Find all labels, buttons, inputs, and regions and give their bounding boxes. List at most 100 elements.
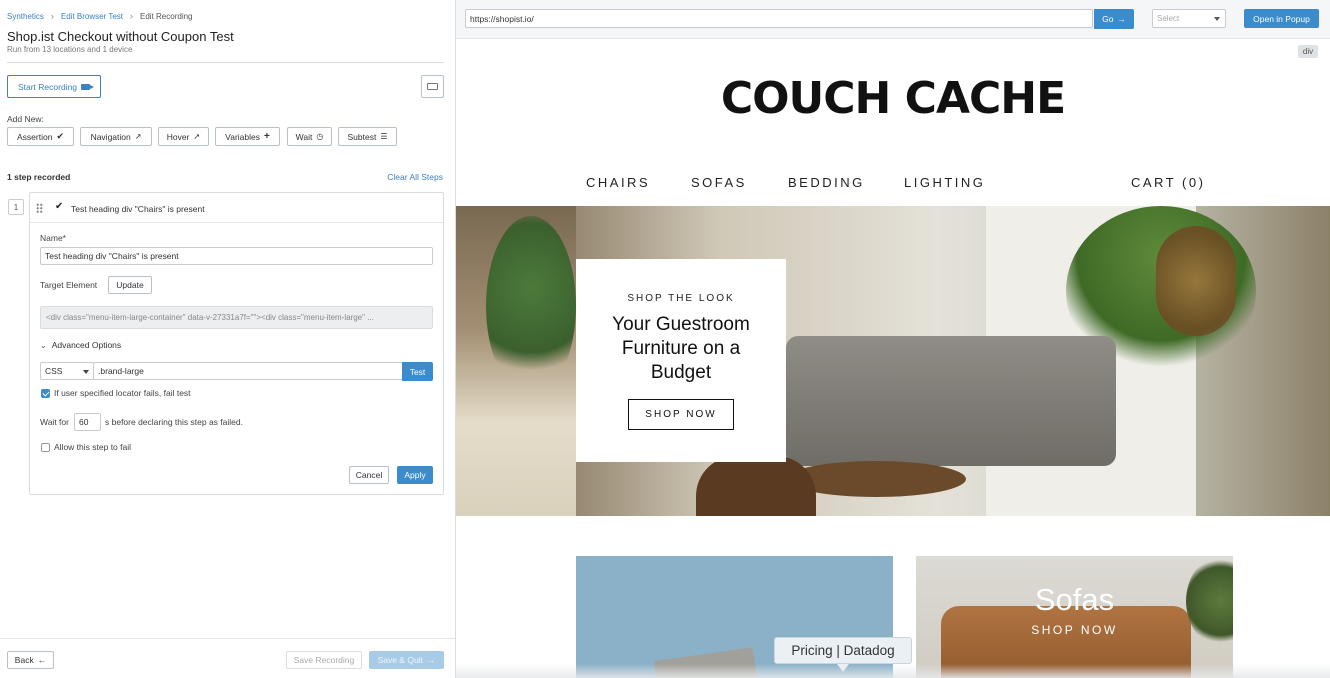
add-variables-label: Variables — [225, 131, 260, 142]
apply-button[interactable]: Apply — [397, 466, 433, 484]
tile-title: Sofas — [1034, 582, 1115, 617]
nav-chairs[interactable]: CHAIRS — [586, 175, 650, 190]
add-subtest-button[interactable]: Subtest ☰ — [338, 127, 397, 146]
breadcrumb: Synthetics › Edit Browser Test › Edit Re… — [7, 11, 193, 21]
save-quit-label: Save & Quit — [377, 655, 423, 665]
locator-input[interactable]: .brand-large — [93, 362, 403, 380]
checkmark-icon: ✔ — [56, 131, 64, 141]
bottom-fade — [456, 664, 1330, 678]
breadcrumb-edit-browser-test[interactable]: Edit Browser Test — [61, 12, 123, 21]
test-locator-button[interactable]: Test — [402, 362, 433, 381]
wait-suffix-label: s before declaring this step as failed. — [105, 417, 243, 427]
page-title: Shop.ist Checkout without Coupon Test — [7, 29, 234, 44]
clear-all-steps-link[interactable]: Clear All Steps — [387, 172, 443, 182]
back-label: Back — [14, 655, 34, 665]
update-target-button[interactable]: Update — [108, 276, 152, 294]
add-wait-button[interactable]: Wait ◷ — [287, 127, 332, 146]
step-title: Test heading div "Chairs" is present — [71, 204, 205, 214]
hero-plant-image — [486, 216, 576, 396]
add-subtest-label: Subtest — [347, 131, 377, 142]
divider — [7, 62, 444, 63]
checkmark-icon: ✔ — [55, 201, 64, 212]
clock-icon: ◷ — [316, 132, 324, 141]
name-label: Name* — [40, 233, 66, 243]
tile-shop-now-link[interactable]: SHOP NOW — [916, 623, 1233, 637]
device-select[interactable]: Select — [1152, 9, 1226, 28]
locator-type-value: CSS — [45, 366, 63, 376]
hero-banner: SHOP THE LOOK Your Guestroom Furniture o… — [456, 206, 1330, 516]
keyboard-shortcuts-button[interactable] — [421, 75, 444, 98]
add-navigation-button[interactable]: Navigation ↗ — [80, 127, 152, 146]
go-button[interactable]: Go → — [1094, 9, 1134, 29]
step-card: ✔ Test heading div "Chairs" is present N… — [29, 192, 444, 495]
nav-bedding[interactable]: BEDDING — [788, 175, 865, 190]
start-recording-label: Start Recording — [17, 81, 78, 92]
target-element-html: <div class="menu-item-large-container" d… — [40, 306, 433, 329]
list-icon: ☰ — [380, 132, 388, 141]
cursor-icon: ➚ — [193, 132, 201, 141]
chevron-right-icon: › — [50, 11, 54, 21]
chevron-down-icon: ⌄ — [40, 340, 47, 350]
steps-count: 1 step recorded — [7, 172, 71, 182]
site-brand-logo[interactable]: COUCH CACHE — [456, 73, 1330, 124]
breadcrumb-synthetics[interactable]: Synthetics — [7, 12, 44, 21]
plus-icon: + — [263, 131, 270, 142]
chevron-right-icon: › — [130, 11, 134, 21]
caret-down-icon — [1214, 17, 1220, 21]
save-and-quit-button[interactable]: Save & Quit → — [369, 651, 444, 669]
step-header[interactable]: ✔ Test heading div "Chairs" is present — [30, 193, 443, 223]
advanced-options-label: Advanced Options — [51, 340, 122, 350]
page-title-tooltip: Pricing | Datadog — [774, 637, 912, 672]
allow-fail-label: Allow this step to fail — [54, 442, 132, 452]
nav-cart[interactable]: CART (0) — [1131, 175, 1205, 190]
arrow-right-icon: → — [1117, 14, 1126, 24]
element-type-badge: div — [1298, 45, 1318, 58]
cancel-button[interactable]: Cancel — [349, 466, 389, 484]
add-navigation-label: Navigation — [90, 131, 131, 142]
fail-locator-checkbox[interactable] — [41, 389, 50, 398]
keyboard-icon — [427, 83, 438, 90]
add-variables-button[interactable]: Variables + — [215, 127, 280, 146]
add-assertion-label: Assertion — [17, 131, 53, 142]
breadcrumb-edit-recording: Edit Recording — [140, 11, 193, 21]
open-in-popup-button[interactable]: Open in Popup — [1244, 9, 1319, 28]
wait-seconds-input[interactable]: 60 — [74, 413, 101, 431]
caret-down-icon — [83, 370, 89, 374]
select-placeholder: Select — [1157, 14, 1180, 23]
step-number: 1 — [8, 199, 24, 215]
hero-card: SHOP THE LOOK Your Guestroom Furniture o… — [576, 259, 786, 462]
hero-sofa-image — [786, 336, 1116, 466]
start-recording-button[interactable]: Start Recording — [7, 75, 101, 98]
save-recording-button[interactable]: Save Recording — [286, 651, 362, 669]
hero-chair-image — [696, 456, 816, 516]
add-wait-label: Wait — [295, 131, 313, 142]
arrow-right-icon: → — [426, 655, 436, 665]
category-tile-sofas[interactable]: Sofas SHOP NOW — [916, 556, 1233, 678]
advanced-options-toggle[interactable]: ⌄ Advanced Options — [40, 340, 121, 350]
add-hover-label: Hover — [166, 131, 190, 142]
browser-preview: https://shopist.io/ Go → Select Open in … — [456, 0, 1330, 678]
hero-shop-now-button[interactable]: SHOP NOW — [628, 399, 734, 430]
video-camera-icon — [81, 83, 95, 90]
go-label: Go — [1102, 14, 1114, 24]
arrow-left-icon: ← — [37, 655, 47, 665]
add-assertion-button[interactable]: Assertion ✔ — [7, 127, 74, 146]
hero-macrame-pot-image — [1156, 226, 1236, 336]
nav-sofas[interactable]: SOFAS — [691, 175, 747, 190]
nav-lighting[interactable]: LIGHTING — [904, 175, 985, 190]
url-input[interactable]: https://shopist.io/ — [465, 9, 1093, 28]
add-new-label: Add New: — [7, 114, 44, 124]
back-button[interactable]: Back ← — [7, 651, 54, 669]
target-element-label: Target Element — [40, 280, 98, 290]
external-link-icon: ↗ — [134, 132, 142, 141]
drag-handle-icon[interactable] — [36, 203, 43, 214]
recorder-panel: Synthetics › Edit Browser Test › Edit Re… — [0, 0, 456, 678]
footer-divider — [0, 638, 456, 639]
allow-fail-checkbox[interactable] — [41, 443, 50, 452]
hero-kicker: SHOP THE LOOK — [627, 293, 735, 304]
add-hover-button[interactable]: Hover ➚ — [158, 127, 209, 146]
locator-type-select[interactable]: CSS — [40, 362, 94, 380]
page-subtitle: Run from 13 locations and 1 device — [7, 45, 133, 54]
step-name-input[interactable]: Test heading div "Chairs" is present — [40, 247, 433, 265]
wait-prefix-label: Wait for — [40, 417, 69, 427]
